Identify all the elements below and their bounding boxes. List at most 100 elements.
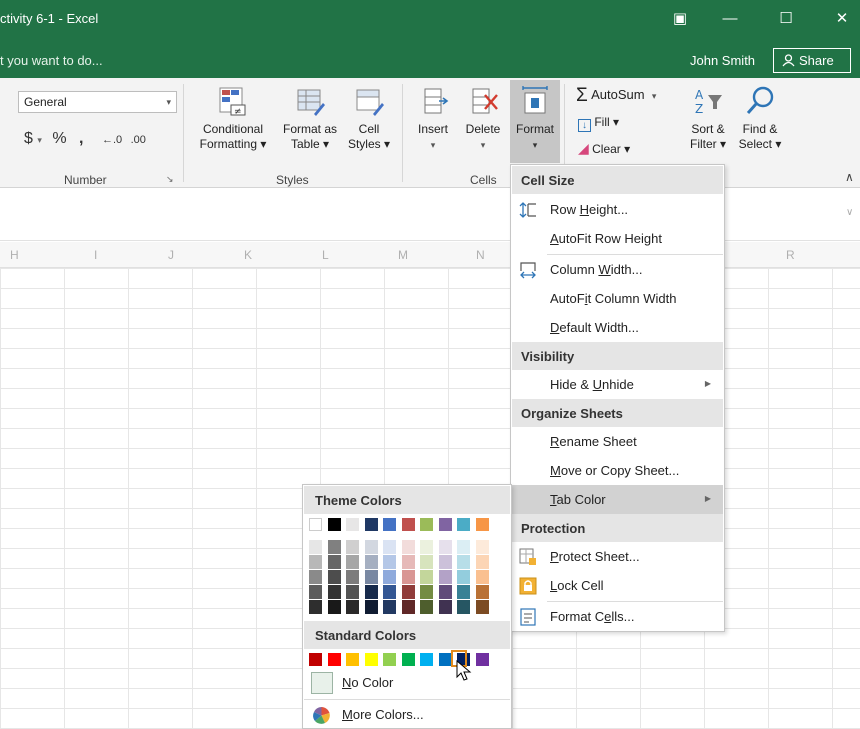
theme-shade-swatch[interactable] [401, 585, 415, 599]
theme-shade-swatch[interactable] [475, 540, 489, 554]
theme-color-swatch[interactable] [401, 518, 415, 531]
theme-shade-swatch[interactable] [438, 555, 452, 569]
theme-shade-swatch[interactable] [383, 600, 396, 614]
theme-shade-swatch[interactable] [457, 540, 470, 554]
ribbon-display-options-icon[interactable]: ▣ [660, 8, 700, 32]
chevron-down-icon[interactable]: ▾ [37, 135, 42, 145]
theme-shade-swatch[interactable] [420, 600, 433, 614]
theme-color-swatch[interactable] [457, 518, 470, 531]
column-header-m[interactable]: M [398, 248, 408, 262]
column-header-j[interactable]: J [168, 248, 174, 262]
formula-bar[interactable]: ∨ [0, 189, 860, 241]
theme-shade-swatch[interactable] [346, 555, 359, 569]
theme-shade-swatch[interactable] [364, 540, 378, 554]
standard-color-swatch[interactable] [327, 653, 341, 666]
theme-shade-swatch[interactable] [383, 585, 396, 599]
menu-item-column-width[interactable]: Column Width... [512, 255, 723, 284]
decrease-decimal-button[interactable]: .00 [131, 134, 146, 146]
menu-item-autofit-column-width[interactable]: AutoFit Column Width [512, 284, 723, 313]
theme-color-swatch[interactable] [475, 518, 489, 531]
theme-shade-swatch[interactable] [401, 540, 415, 554]
theme-shade-swatch[interactable] [327, 555, 341, 569]
menu-item-lock-cell[interactable]: Lock Cell [512, 571, 723, 600]
theme-shade-swatch[interactable] [475, 585, 489, 599]
menu-item-row-height[interactable]: Row Height... [512, 195, 723, 224]
theme-shade-swatch[interactable] [309, 585, 322, 599]
insert-cells-button[interactable]: Insert ▾ [410, 85, 456, 153]
find-select-button[interactable]: Find & Select ▾ [734, 85, 786, 152]
minimize-button[interactable]: — [710, 8, 750, 32]
theme-shade-swatch[interactable] [346, 570, 359, 584]
share-button[interactable]: Share [773, 48, 851, 73]
fill-button[interactable]: ↓ Fill ▾ [578, 115, 619, 132]
increase-decimal-button[interactable]: ←.0 [102, 134, 122, 146]
theme-shade-swatch[interactable] [401, 555, 415, 569]
theme-color-swatch[interactable] [420, 518, 433, 531]
theme-shade-swatch[interactable] [457, 555, 470, 569]
more-colors-option[interactable]: More Colors... [304, 701, 510, 729]
delete-cells-button[interactable]: Delete ▾ [460, 85, 506, 153]
theme-shade-swatch[interactable] [420, 570, 433, 584]
theme-shade-swatch[interactable] [438, 540, 452, 554]
theme-shade-swatch[interactable] [457, 585, 470, 599]
number-format-dropdown[interactable]: General ▾ [18, 91, 177, 113]
currency-button[interactable]: $ [24, 130, 33, 147]
theme-shade-swatch[interactable] [364, 600, 378, 614]
column-header-i[interactable]: I [94, 248, 97, 262]
standard-color-swatch[interactable] [420, 653, 433, 666]
menu-item-rename-sheet[interactable]: Rename Sheet [512, 427, 723, 456]
menu-item-move-copy-sheet[interactable]: Move or Copy Sheet... [512, 456, 723, 485]
theme-shade-swatch[interactable] [383, 570, 396, 584]
theme-color-swatch[interactable] [346, 518, 359, 531]
theme-shade-swatch[interactable] [327, 540, 341, 554]
menu-item-tab-color[interactable]: Tab Color ▶ [512, 485, 723, 514]
theme-shade-swatch[interactable] [438, 600, 452, 614]
menu-item-default-width[interactable]: Default Width... [512, 313, 723, 342]
expand-formula-icon[interactable]: ∨ [846, 207, 853, 218]
theme-shade-swatch[interactable] [401, 600, 415, 614]
theme-color-swatch[interactable] [383, 518, 396, 531]
menu-item-protect-sheet[interactable]: Protect Sheet... [512, 542, 723, 571]
standard-color-swatch[interactable] [475, 653, 489, 666]
standard-color-swatch[interactable] [309, 653, 322, 666]
theme-shade-swatch[interactable] [438, 570, 452, 584]
standard-color-swatch[interactable] [364, 653, 378, 666]
no-color-option[interactable]: No Color [304, 669, 510, 697]
theme-shade-swatch[interactable] [327, 570, 341, 584]
theme-shade-swatch[interactable] [475, 600, 489, 614]
theme-shade-swatch[interactable] [438, 585, 452, 599]
theme-shade-swatch[interactable] [401, 570, 415, 584]
user-name[interactable]: John Smith [690, 53, 755, 68]
clear-button[interactable]: ◢ Clear ▾ [578, 140, 630, 157]
theme-shade-swatch[interactable] [475, 555, 489, 569]
theme-shade-swatch[interactable] [420, 585, 433, 599]
standard-color-swatch[interactable] [346, 653, 359, 666]
theme-shade-swatch[interactable] [309, 555, 322, 569]
standard-color-swatch[interactable] [438, 653, 452, 666]
cell-styles-button[interactable]: Cell Styles ▾ [344, 85, 394, 152]
column-header-k[interactable]: K [244, 248, 252, 262]
theme-shade-swatch[interactable] [420, 555, 433, 569]
tell-me-input[interactable]: t you want to do... [0, 53, 103, 68]
theme-shade-swatch[interactable] [309, 570, 322, 584]
sort-filter-button[interactable]: A Z Sort & Filter ▾ [686, 85, 730, 152]
close-button[interactable]: ✕ [822, 8, 860, 32]
menu-item-autofit-row-height[interactable]: AutoFit Row Height [512, 224, 723, 253]
column-header-h[interactable]: H [10, 248, 19, 262]
theme-shade-swatch[interactable] [346, 540, 359, 554]
theme-shade-swatch[interactable] [327, 585, 341, 599]
theme-shade-swatch[interactable] [364, 555, 378, 569]
theme-color-swatch[interactable] [309, 518, 322, 531]
column-header-r[interactable]: R [786, 248, 795, 262]
format-as-table-button[interactable]: Format as Table ▾ [276, 85, 344, 152]
theme-shade-swatch[interactable] [420, 540, 433, 554]
percent-button[interactable]: % [52, 130, 66, 147]
theme-color-swatch[interactable] [364, 518, 378, 531]
format-cells-button[interactable]: Format ▾ [510, 85, 560, 153]
standard-color-swatch[interactable] [401, 653, 415, 666]
theme-shade-swatch[interactable] [309, 600, 322, 614]
standard-color-swatch[interactable] [383, 653, 396, 666]
theme-shade-swatch[interactable] [346, 600, 359, 614]
menu-item-hide-unhide[interactable]: Hide & Unhide ▶ [512, 370, 723, 399]
theme-shade-swatch[interactable] [346, 585, 359, 599]
